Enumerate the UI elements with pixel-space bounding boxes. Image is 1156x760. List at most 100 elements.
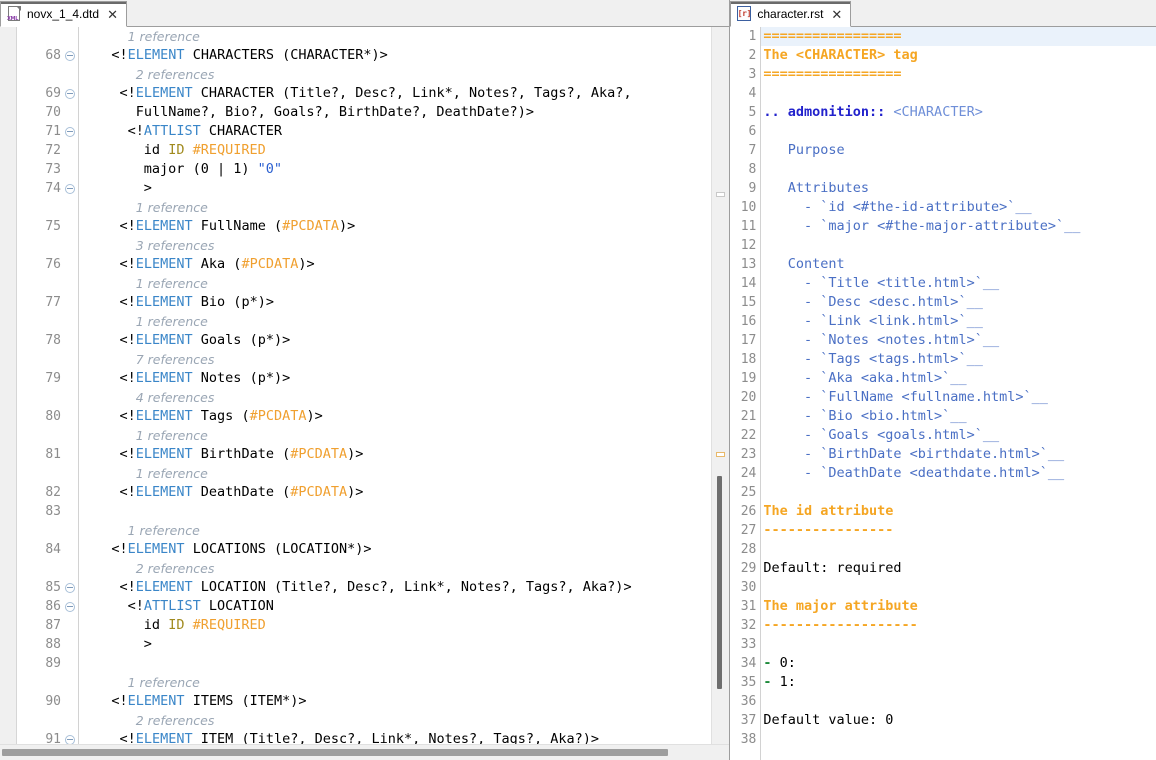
code-line[interactable] [761, 122, 1156, 141]
codelens-label[interactable]: 1 reference [136, 276, 208, 291]
line-number-gutter-dtd[interactable]: 68 69 70 71 72 73 74 75 76 77 78 79 80 81 82 8… [17, 27, 79, 744]
code-line[interactable]: The id attribute [761, 502, 1156, 521]
codelens-label[interactable]: 1 reference [136, 428, 208, 443]
code-line[interactable]: The major attribute [761, 597, 1156, 616]
tab-novx-dtd[interactable]: XML novx_1_4.dtd ✕ [0, 1, 127, 27]
code-line[interactable]: ================= [761, 65, 1156, 84]
code-line[interactable]: - `FullName <fullname.html>`__ [761, 388, 1156, 407]
codelens-reference-annotation[interactable]: 1 reference [79, 673, 729, 692]
codelens-reference-annotation[interactable]: 2 references [79, 65, 729, 84]
code-line[interactable]: - `Aka <aka.html>`__ [761, 369, 1156, 388]
code-line[interactable]: <!ELEMENT Notes (p*)> [79, 369, 729, 388]
code-line[interactable] [761, 692, 1156, 711]
codelens-reference-annotation[interactable]: 1 reference [79, 274, 729, 293]
fold-collapse-icon[interactable] [65, 602, 75, 612]
code-line[interactable] [761, 730, 1156, 749]
codelens-reference-annotation[interactable]: 4 references [79, 388, 729, 407]
codelens-label[interactable]: 4 references [136, 390, 215, 405]
code-line[interactable]: FullName?, Bio?, Goals?, BirthDate?, Dea… [79, 103, 729, 122]
code-line[interactable] [761, 578, 1156, 597]
codelens-label[interactable]: 2 references [136, 67, 215, 82]
codelens-reference-annotation[interactable]: 1 reference [79, 312, 729, 331]
scrollbar-annotation-marker[interactable] [716, 452, 726, 457]
codelens-reference-annotation[interactable]: 1 reference [79, 426, 729, 445]
code-line[interactable]: <!ELEMENT ITEM (Title?, Desc?, Link*, No… [79, 730, 729, 744]
fold-collapse-icon[interactable] [65, 51, 75, 61]
code-line[interactable] [761, 540, 1156, 559]
code-line[interactable]: - `DeathDate <deathdate.html>`__ [761, 464, 1156, 483]
scrollbar-annotation-marker[interactable] [716, 192, 726, 197]
codelens-label[interactable]: 1 reference [136, 466, 208, 481]
codelens-label[interactable]: 7 references [136, 352, 215, 367]
code-line[interactable]: > [79, 179, 729, 198]
code-line[interactable]: Attributes [761, 179, 1156, 198]
codelens-reference-annotation[interactable]: 2 references [79, 711, 729, 730]
code-line[interactable]: <!ELEMENT CHARACTER (Title?, Desc?, Link… [79, 84, 729, 103]
code-line[interactable]: - `Desc <desc.html>`__ [761, 293, 1156, 312]
code-line[interactable]: Default: required [761, 559, 1156, 578]
code-line[interactable] [761, 483, 1156, 502]
code-line[interactable]: The <CHARACTER> tag [761, 46, 1156, 65]
horizontal-scrollbar-dtd[interactable] [0, 744, 730, 760]
code-line[interactable] [761, 84, 1156, 103]
line-number-gutter-rst[interactable]: 1 2 3 4 5 6 7 8 9 10 11 12 13 14 15 16 17 18 19 20 21 22 23 24 2… [730, 27, 762, 760]
codelens-label[interactable]: 2 references [136, 561, 215, 576]
code-content-dtd[interactable]: 1 reference <!ELEMENT CHARACTERS (CHARACT… [79, 27, 730, 744]
fold-collapse-icon[interactable] [65, 735, 75, 744]
code-line[interactable]: - `BirthDate <birthdate.html>`__ [761, 445, 1156, 464]
close-icon[interactable]: ✕ [106, 8, 119, 21]
fold-collapse-icon[interactable] [65, 184, 75, 194]
code-line[interactable]: - `Tags <tags.html>`__ [761, 350, 1156, 369]
code-line[interactable]: ---------------- [761, 521, 1156, 540]
code-line[interactable] [761, 635, 1156, 654]
code-line[interactable]: - `Goals <goals.html>`__ [761, 426, 1156, 445]
code-line[interactable]: > [79, 635, 729, 654]
code-line[interactable]: ================= [761, 27, 1156, 46]
code-line[interactable] [761, 236, 1156, 255]
code-line[interactable]: id ID #REQUIRED [79, 616, 729, 635]
code-content-rst[interactable]: ================= The <CHARACTER> tag ====… [761, 27, 1156, 760]
code-line[interactable]: major (0 | 1) "0" [79, 160, 729, 179]
code-line[interactable]: <!ELEMENT ITEMS (ITEM*)> [79, 692, 729, 711]
code-line[interactable]: <!ELEMENT LOCATIONS (LOCATION*)> [79, 540, 729, 559]
codelens-label[interactable]: 1 reference [136, 200, 208, 215]
code-line[interactable]: - 0: [761, 654, 1156, 673]
codelens-label[interactable]: 1 reference [128, 523, 200, 538]
vertical-scrollbar-dtd[interactable] [711, 27, 730, 744]
code-line[interactable]: Content [761, 255, 1156, 274]
codelens-reference-annotation[interactable]: 1 reference [79, 27, 729, 46]
codelens-reference-annotation[interactable]: 1 reference [79, 521, 729, 540]
codelens-reference-annotation[interactable]: 1 reference [79, 464, 729, 483]
vertical-scrollbar-thumb[interactable] [717, 476, 723, 689]
code-line[interactable]: .. admonition:: <CHARACTER> [761, 103, 1156, 122]
code-line[interactable]: <!ELEMENT DeathDate (#PCDATA)> [79, 483, 729, 502]
code-line[interactable]: - `Title <title.html>`__ [761, 274, 1156, 293]
code-line[interactable]: - `Link <link.html>`__ [761, 312, 1156, 331]
code-line[interactable]: <!ELEMENT CHARACTERS (CHARACTER*)> [79, 46, 729, 65]
codelens-label[interactable]: 3 references [136, 238, 215, 253]
fold-collapse-icon[interactable] [65, 127, 75, 137]
code-line[interactable]: - 1: [761, 673, 1156, 692]
code-line[interactable]: - `Notes <notes.html>`__ [761, 331, 1156, 350]
fold-collapse-icon[interactable] [65, 583, 75, 593]
close-icon[interactable]: ✕ [830, 8, 843, 21]
code-line[interactable]: - `major <#the-major-attribute>`__ [761, 217, 1156, 236]
code-line[interactable]: <!ELEMENT FullName (#PCDATA)> [79, 217, 729, 236]
code-line[interactable]: id ID #REQUIRED [79, 141, 729, 160]
fold-collapse-icon[interactable] [65, 89, 75, 99]
code-line[interactable]: Purpose [761, 141, 1156, 160]
code-line[interactable]: <!ELEMENT Goals (p*)> [79, 331, 729, 350]
codelens-reference-annotation[interactable]: 1 reference [79, 198, 729, 217]
codelens-label[interactable]: 1 reference [136, 314, 208, 329]
code-line[interactable]: <!ATTLIST LOCATION [79, 597, 729, 616]
code-line[interactable]: <!ELEMENT Tags (#PCDATA)> [79, 407, 729, 426]
codelens-label[interactable]: 1 reference [128, 675, 200, 690]
code-line[interactable]: <!ELEMENT Aka (#PCDATA)> [79, 255, 729, 274]
code-line[interactable]: <!ATTLIST CHARACTER [79, 122, 729, 141]
codelens-reference-annotation[interactable]: 7 references [79, 350, 729, 369]
tab-character-rst[interactable]: [r] character.rst ✕ [730, 1, 852, 27]
code-line[interactable]: <!ELEMENT BirthDate (#PCDATA)> [79, 445, 729, 464]
code-line[interactable] [79, 654, 729, 673]
codelens-reference-annotation[interactable]: 2 references [79, 559, 729, 578]
code-line[interactable] [761, 160, 1156, 179]
